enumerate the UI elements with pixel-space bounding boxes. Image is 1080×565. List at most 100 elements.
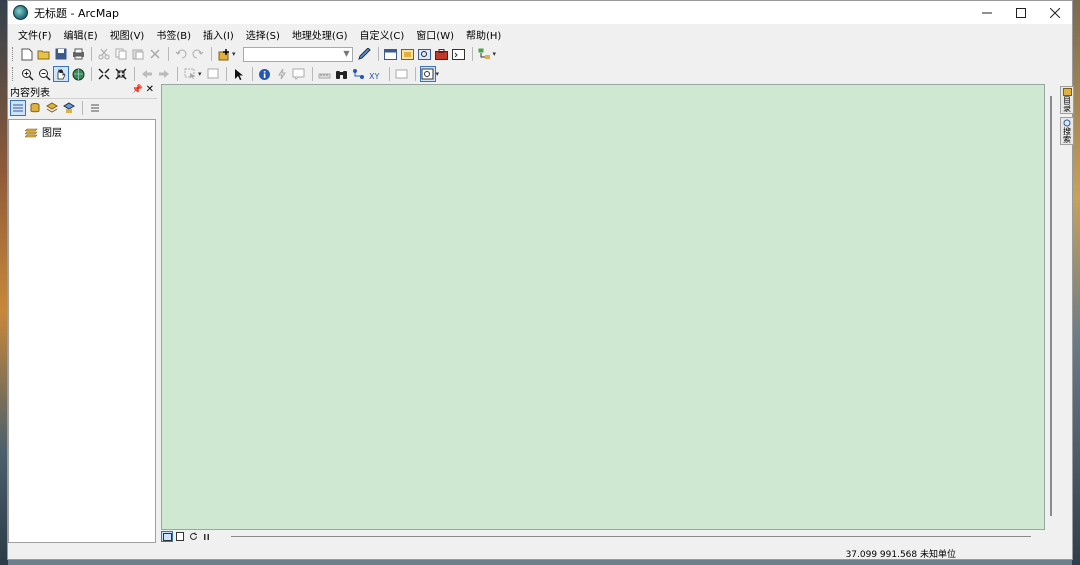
menu-help[interactable]: 帮助(H) — [460, 27, 507, 42]
scrollbar-thumb[interactable] — [1050, 96, 1052, 516]
catalog-window-button[interactable] — [400, 46, 416, 62]
measure-button[interactable] — [317, 66, 333, 82]
list-by-drawing-order-button[interactable] — [10, 100, 26, 116]
data-view-button[interactable] — [161, 531, 173, 542]
model-builder-icon — [478, 48, 491, 59]
fixed-zoom-in-button[interactable] — [96, 66, 112, 82]
save-button[interactable] — [53, 46, 69, 62]
zoom-in-button[interactable] — [19, 66, 35, 82]
identify-button[interactable] — [257, 66, 273, 82]
go-to-xy-icon: XY — [369, 72, 379, 80]
map-vertical-scrollbar[interactable] — [1046, 84, 1056, 530]
editor-toolbar-button[interactable] — [357, 46, 373, 62]
layers-dataframe-row[interactable]: 图层 — [25, 124, 62, 139]
zoom-out-button[interactable] — [36, 66, 52, 82]
close-button[interactable] — [1038, 1, 1072, 24]
pause-drawing-button[interactable] — [200, 531, 212, 542]
html-popup-button[interactable] — [291, 66, 307, 82]
map-display[interactable] — [161, 84, 1045, 530]
full-extent-button[interactable] — [70, 66, 86, 82]
options-list-icon — [91, 104, 99, 112]
layout-view-button[interactable] — [174, 531, 186, 542]
find-route-button[interactable] — [351, 66, 367, 82]
catalog-dock-tab[interactable]: 目录 — [1060, 86, 1074, 114]
arctoolbox-button[interactable] — [434, 46, 450, 62]
toc-view-tabs — [8, 98, 157, 117]
minimize-button[interactable] — [970, 1, 1004, 24]
toolbar-grip[interactable] — [12, 47, 16, 61]
go-to-xy-button[interactable]: XY — [368, 66, 384, 82]
save-disk-icon — [55, 48, 67, 60]
toc-title: 内容列表 — [10, 87, 50, 99]
open-folder-icon — [37, 50, 50, 60]
go-back-extent-button[interactable] — [139, 66, 155, 82]
scissors-icon — [98, 48, 110, 60]
clear-selection-button[interactable] — [205, 66, 221, 82]
paste-button[interactable] — [130, 46, 146, 62]
table-of-contents-panel: 内容列表 📌 ✕ 图层 — [8, 84, 157, 544]
menu-bar: 文件(F) 编辑(E) 视图(V) 书签(B) 插入(I) 选择(S) 地理处理… — [8, 25, 1072, 43]
refresh-button[interactable] — [187, 531, 199, 542]
database-icon — [30, 103, 40, 113]
menu-windows[interactable]: 窗口(W) — [410, 27, 460, 42]
maximize-button[interactable] — [1004, 1, 1038, 24]
print-button[interactable] — [70, 46, 86, 62]
open-button[interactable] — [36, 46, 52, 62]
toolbar-separator — [471, 47, 473, 61]
search-dock-label: 搜索 — [1062, 127, 1072, 143]
arcmap-globe-icon — [13, 5, 28, 20]
list-by-source-button[interactable] — [27, 100, 43, 116]
delete-button[interactable] — [147, 46, 163, 62]
toc-close-icon[interactable]: ✕ — [146, 84, 154, 95]
toc-options-button[interactable] — [87, 100, 103, 116]
table-window-icon — [384, 48, 398, 60]
measure-ruler-icon — [318, 73, 331, 79]
menu-selection[interactable]: 选择(S) — [240, 27, 286, 42]
select-dropdown-arrow[interactable]: ▾ — [198, 70, 202, 78]
toolbox-icon — [435, 48, 449, 60]
toolbar-options-arrow[interactable]: ▾ — [436, 70, 440, 78]
menu-file[interactable]: 文件(F) — [12, 27, 58, 42]
hyperlink-button[interactable] — [274, 66, 290, 82]
catalog-icon — [401, 48, 415, 60]
toolbar-grip[interactable] — [12, 67, 16, 81]
cut-button[interactable] — [96, 46, 112, 62]
redo-button[interactable] — [190, 46, 206, 62]
menu-bookmarks[interactable]: 书签(B) — [150, 27, 197, 42]
add-data-button[interactable] — [216, 46, 232, 62]
python-window-icon — [452, 48, 466, 60]
find-button[interactable] — [334, 66, 350, 82]
model-builder-button[interactable] — [477, 46, 493, 62]
search-window-button[interactable] — [417, 46, 433, 62]
map-scale-combo[interactable]: ▼ — [242, 46, 353, 62]
undo-button[interactable] — [173, 46, 189, 62]
add-data-icon — [218, 48, 229, 60]
fixed-zoom-out-button[interactable] — [113, 66, 129, 82]
pin-icon[interactable]: 📌 — [132, 85, 143, 95]
menu-insert[interactable]: 插入(I) — [197, 27, 240, 42]
search-dock-tab[interactable]: 搜索 — [1060, 117, 1074, 145]
menu-customize[interactable]: 自定义(C) — [354, 27, 411, 42]
copy-button[interactable] — [113, 46, 129, 62]
time-slider-button[interactable] — [394, 66, 410, 82]
pan-button[interactable] — [53, 66, 69, 82]
menu-geoprocessing[interactable]: 地理处理(G) — [286, 27, 354, 42]
horizontal-scrollbar[interactable] — [231, 536, 1031, 537]
add-data-dropdown-arrow[interactable]: ▾ — [232, 50, 236, 58]
list-by-selection-button[interactable] — [61, 100, 77, 116]
standard-toolbar: ▾ ▼ ▾ — [12, 44, 1072, 64]
select-elements-button[interactable] — [231, 66, 247, 82]
maximize-icon — [1016, 7, 1026, 18]
fixed-zoom-in-icon — [98, 68, 110, 80]
list-by-visibility-button[interactable] — [44, 100, 60, 116]
menu-edit[interactable]: 编辑(E) — [58, 27, 104, 42]
table-of-contents-button[interactable] — [383, 46, 399, 62]
new-document-button[interactable] — [19, 46, 35, 62]
go-forward-extent-button[interactable] — [156, 66, 172, 82]
toolbar-options-arrow[interactable]: ▾ — [493, 50, 497, 58]
python-window-button[interactable] — [451, 46, 467, 62]
toolbar-separator — [414, 67, 416, 81]
create-viewer-window-button[interactable] — [419, 66, 436, 82]
menu-view[interactable]: 视图(V) — [104, 27, 151, 42]
select-features-button[interactable] — [182, 66, 198, 82]
